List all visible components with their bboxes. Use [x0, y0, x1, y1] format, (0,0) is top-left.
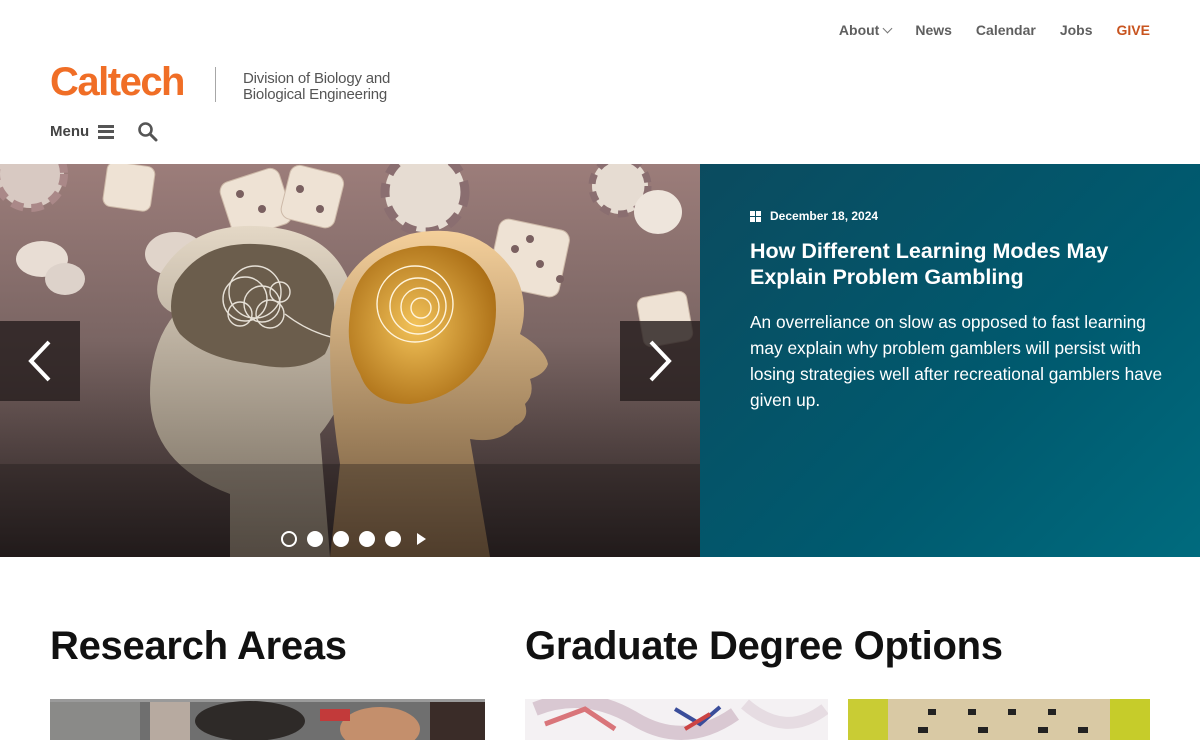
carousel-dot-5[interactable] — [385, 531, 401, 547]
play-icon[interactable] — [417, 533, 426, 545]
nav-about[interactable]: About — [838, 22, 893, 38]
carousel-dot-1[interactable] — [281, 531, 297, 547]
research-photo — [50, 699, 485, 740]
grid-icon — [750, 210, 761, 222]
carousel-dot-4[interactable] — [359, 531, 375, 547]
search-icon — [138, 122, 158, 142]
building-interior-image — [848, 699, 1150, 740]
nav-about-label: About — [838, 22, 880, 38]
menu-button[interactable]: Menu — [50, 123, 115, 140]
nav-news[interactable]: News — [915, 22, 952, 38]
carousel-prev-button[interactable] — [0, 321, 80, 401]
research-areas-heading: Research Areas — [50, 624, 347, 668]
division-name[interactable]: Division of Biology and Biological Engin… — [243, 71, 390, 103]
hero-text-panel: December 18, 2024 How Different Learning… — [700, 164, 1200, 557]
division-line-2: Biological Engineering — [243, 86, 388, 103]
carousel-pagination — [281, 531, 426, 547]
chevron-right-icon — [649, 340, 672, 382]
graduate-option-image-2[interactable] — [848, 699, 1150, 740]
hero-illustration — [0, 164, 700, 557]
menu-label: Menu — [50, 123, 90, 140]
carousel-next-button[interactable] — [620, 321, 700, 401]
nav-give[interactable]: GIVE — [1117, 22, 1150, 38]
graduate-option-image-1[interactable] — [525, 699, 828, 740]
hero-date-row: December 18, 2024 — [750, 209, 878, 223]
nav-jobs[interactable]: Jobs — [1060, 22, 1093, 38]
hamburger-icon — [98, 124, 115, 139]
carousel-dot-3[interactable] — [333, 531, 349, 547]
caltech-logo[interactable]: Caltech — [50, 60, 186, 105]
hero-summary: An overreliance on slow as opposed to fa… — [750, 312, 1163, 410]
logo-divider — [215, 67, 216, 102]
hero-title-link[interactable]: How Different Learning Modes May Explain… — [750, 238, 1170, 290]
hero-carousel: December 18, 2024 How Different Learning… — [0, 164, 1200, 557]
nav-calendar[interactable]: Calendar — [976, 22, 1036, 38]
division-line-1: Division of Biology and — [243, 70, 391, 87]
top-nav: About News Calendar Jobs GIVE — [839, 22, 1150, 38]
carousel-dot-2[interactable] — [307, 531, 323, 547]
graduate-options-heading: Graduate Degree Options — [525, 624, 1003, 668]
hero-date: December 18, 2024 — [770, 209, 879, 223]
chevron-down-icon — [882, 23, 893, 34]
research-areas-image[interactable] — [50, 699, 485, 740]
search-button[interactable] — [137, 121, 159, 143]
chevron-left-icon — [28, 340, 51, 382]
hero-image[interactable] — [0, 164, 700, 557]
protein-structure-image — [525, 699, 828, 740]
